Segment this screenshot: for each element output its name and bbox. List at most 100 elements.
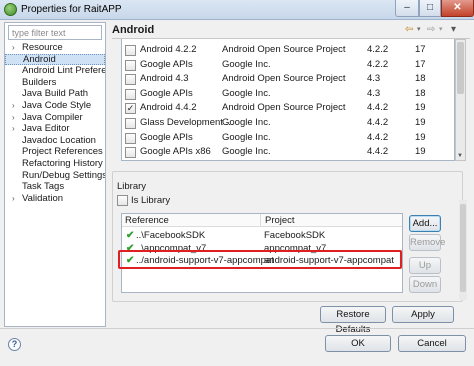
target-name: Glass Development ... — [140, 117, 234, 128]
sidebar-item[interactable]: Project References — [5, 146, 105, 158]
target-checkbox[interactable] — [125, 59, 136, 71]
target-api-level: 19 — [415, 102, 426, 114]
sidebar-item-label: Project References — [22, 146, 103, 158]
sidebar-item[interactable]: Refactoring History — [5, 158, 105, 170]
target-platform: 4.2.2 — [367, 58, 389, 70]
sidebar-item[interactable]: Run/Debug Settings — [5, 170, 105, 182]
sidebar-item-label: Javadoc Location — [22, 134, 96, 146]
sidebar-item[interactable]: › Java Compiler — [5, 112, 105, 124]
apply-button[interactable]: Apply — [392, 306, 454, 323]
target-api-level: 19 — [415, 146, 426, 158]
target-platform: 4.2.2 — [367, 44, 389, 55]
build-target-row[interactable]: Google APIs Google Inc. 4.2.2 17 — [122, 58, 454, 73]
restore-defaults-button[interactable]: Restore Defaults — [320, 306, 386, 335]
back-arrow-icon[interactable]: ⇦ — [405, 24, 413, 36]
target-vendor: Google Inc. — [222, 131, 271, 143]
target-vendor: Google Inc. — [222, 87, 271, 99]
target-name: Google APIs x86 — [140, 146, 211, 158]
target-checkbox[interactable] — [125, 88, 136, 100]
add-library-button[interactable]: Add... — [409, 215, 441, 232]
expand-arrow-icon[interactable]: › — [12, 193, 15, 205]
sidebar-item[interactable]: › Validation — [5, 193, 105, 205]
help-icon[interactable]: ? — [8, 338, 21, 351]
page-scrollbar[interactable] — [459, 200, 467, 300]
green-check-icon: ✔ — [126, 230, 135, 241]
build-target-scrollbar[interactable]: ▼ — [455, 39, 466, 161]
sidebar-item[interactable]: Java Build Path — [5, 88, 105, 100]
sidebar-item-label: Run/Debug Settings — [22, 169, 105, 181]
library-title: Library — [117, 181, 147, 192]
expand-arrow-icon[interactable]: › — [12, 100, 15, 112]
target-api-level: 17 — [415, 58, 426, 70]
scrollbar-thumb[interactable] — [457, 42, 464, 94]
footer-divider — [0, 328, 474, 329]
remove-library-button[interactable]: Remove — [409, 234, 445, 251]
sidebar-item[interactable]: Javadoc Location — [5, 135, 105, 147]
build-target-row[interactable]: ✓ Android 4.4.2 Android Open Source Projec… — [122, 101, 454, 116]
reference-column-header[interactable]: Reference — [125, 215, 169, 226]
project-column-header[interactable]: Project — [260, 214, 295, 227]
ok-button[interactable]: OK — [325, 335, 391, 352]
sidebar-item-label: Java Compiler — [22, 111, 83, 123]
view-menu-icon[interactable]: ▾ — [451, 24, 456, 36]
target-checkbox[interactable] — [125, 74, 136, 86]
close-button[interactable]: ✕ — [441, 0, 474, 17]
expand-arrow-icon[interactable]: › — [12, 112, 15, 124]
filter-input[interactable] — [8, 25, 102, 40]
target-platform: 4.3 — [367, 73, 381, 85]
reference-table-header: Reference Project — [122, 214, 402, 227]
sidebar-item-label: Java Editor — [22, 123, 70, 135]
target-platform: 4.4.2 — [367, 102, 389, 114]
target-vendor: Google Inc. — [222, 58, 271, 70]
page-navigation: ⇦ ▾ ⇨ ▾ ▾ — [405, 24, 471, 36]
target-api-level: 17 — [415, 44, 426, 55]
highlight-annotation — [118, 250, 402, 269]
build-target-row[interactable]: Google APIs x86 Google Inc. 4.4.2 19 — [122, 145, 454, 160]
back-dropdown-icon[interactable]: ▾ — [417, 24, 421, 36]
property-tree: › Resource Android Android Lint Preferen Bui… — [5, 42, 105, 204]
forward-arrow-icon[interactable]: ⇨ — [427, 24, 435, 36]
sidebar-item[interactable]: Builders — [5, 77, 105, 89]
build-target-table: Android 4.2.2 Android Open Source Project… — [121, 39, 455, 161]
forward-dropdown-icon[interactable]: ▾ — [439, 24, 443, 36]
target-checkbox[interactable] — [125, 132, 136, 144]
build-target-row[interactable]: Android 4.3 Android Open Source Project 4.… — [122, 72, 454, 87]
minimize-button[interactable]: – — [395, 0, 419, 17]
sidebar-item[interactable]: Android — [5, 53, 105, 66]
scroll-down-arrow-icon[interactable]: ▼ — [457, 153, 463, 159]
target-api-level: 19 — [415, 117, 426, 128]
expand-arrow-icon[interactable]: › — [12, 42, 15, 54]
build-target-row[interactable]: Glass Development ... Google Inc. 4.4.2 19 — [122, 116, 454, 131]
library-reference-row[interactable]: ✔ ..\FacebookSDK FacebookSDK — [122, 230, 402, 242]
sidebar-item[interactable]: › Java Editor — [5, 123, 105, 135]
expand-arrow-icon[interactable]: › — [12, 123, 15, 135]
move-down-button[interactable]: Down — [409, 276, 441, 293]
cancel-button[interactable]: Cancel — [398, 335, 466, 352]
maximize-button[interactable]: □ — [419, 0, 441, 17]
build-target-row[interactable]: Google APIs Google Inc. 4.3 18 — [122, 87, 454, 102]
sidebar-item[interactable]: Android Lint Preferen — [5, 65, 105, 77]
target-api-level: 18 — [415, 73, 426, 85]
target-vendor: Google Inc. — [222, 117, 271, 128]
target-checkbox[interactable] — [125, 45, 136, 56]
sidebar-item[interactable]: Task Tags — [5, 181, 105, 193]
sidebar-item-label: Android Lint Preferen — [22, 65, 105, 77]
build-target-row[interactable]: Google APIs Google Inc. 4.4.2 19 — [122, 131, 454, 146]
is-library-checkbox[interactable] — [117, 195, 128, 206]
target-checkbox[interactable]: ✓ — [125, 103, 136, 115]
move-up-button[interactable]: Up — [409, 257, 441, 274]
target-api-level: 19 — [415, 131, 426, 143]
page-scrollbar-thumb[interactable] — [460, 204, 466, 292]
sidebar-item[interactable]: › Java Code Style — [5, 100, 105, 112]
page-title: Android — [112, 24, 155, 36]
sidebar-item-label: Refactoring History — [22, 157, 103, 169]
sidebar-item[interactable]: › Resource — [5, 42, 105, 54]
build-target-row[interactable]: Android 4.2.2 Android Open Source Project… — [122, 43, 454, 58]
sidebar-item-label: Android — [23, 53, 56, 65]
sidebar-item-label: Validation — [22, 192, 64, 204]
target-vendor: Google Inc. — [222, 146, 271, 158]
sidebar-item-label: Task Tags — [22, 181, 65, 193]
target-vendor: Android Open Source Project — [222, 73, 346, 85]
target-checkbox[interactable] — [125, 147, 136, 159]
target-checkbox[interactable] — [125, 118, 136, 129]
